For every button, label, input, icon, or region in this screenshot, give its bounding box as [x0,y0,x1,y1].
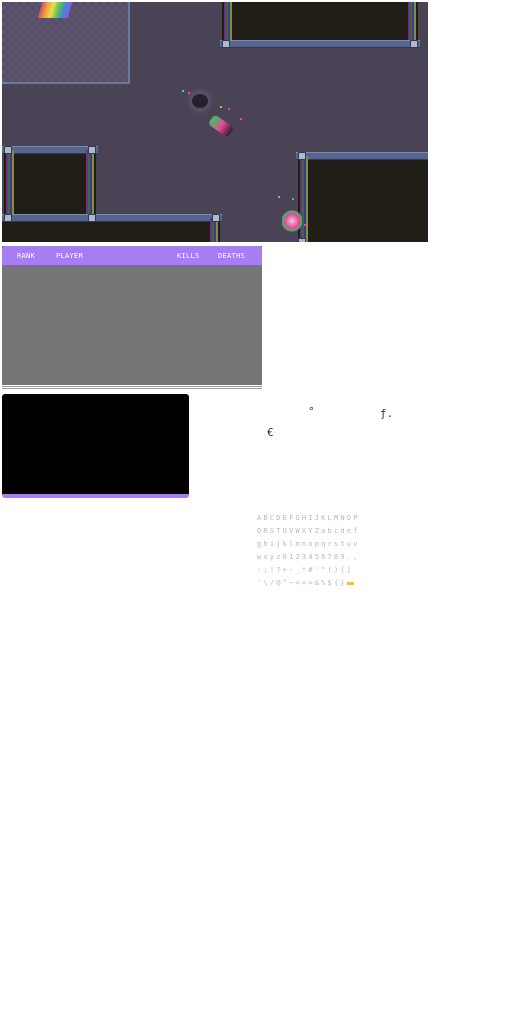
scoreboard: RANK PLAYER KILLS DEATHS [2,246,262,385]
bolt-icon [4,214,12,222]
particle [228,108,230,110]
scoreboard-header: RANK PLAYER KILLS DEATHS [2,246,262,265]
chat-panel [2,394,189,498]
room-ledge [2,214,222,222]
particle [220,106,222,108]
room-wall-stripe [86,150,94,214]
room-wall-stripe [224,2,232,42]
bolt-icon [222,40,230,48]
dash-trail [207,114,235,138]
bolt-icon [88,146,96,154]
room-ledge [220,40,420,48]
room-wall-stripe [6,150,14,214]
player-character [192,94,208,108]
room-left [2,146,98,214]
highlight-glyph [346,581,354,585]
particle [304,224,306,226]
degree-glyph: ° [308,405,315,418]
font-sheet-row: wxyz0123456789., [257,553,360,561]
bolt-icon [410,40,418,48]
column-rank: RANK [17,252,36,260]
bolt-icon [298,238,306,242]
bolt-icon [212,214,220,222]
particle [182,90,184,92]
particle [292,198,294,200]
paint-splat [282,210,302,232]
particle [188,92,190,94]
particle [278,196,280,198]
particle [240,118,242,120]
column-player: PLAYER [56,252,84,260]
column-kills: KILLS [177,252,200,260]
font-sheet-row: :;!?+-_*#'"()[] [257,566,354,574]
room-ledge [296,152,428,160]
florin-glyph: ƒ. [380,407,394,420]
bolt-icon [298,152,306,160]
bolt-icon [88,214,96,222]
room-ledge [2,146,98,154]
checkered-floor [2,2,130,84]
font-sheet-row-text: '\/@^~<=>&%${} [257,579,347,587]
column-deaths: DEATHS [218,252,246,260]
font-sheet-row: ghijklmnopqrstuv [257,540,360,548]
font-sheet-row: ABCDEFGHIJKLMNOP [257,514,360,522]
rainbow-pickup [37,2,73,18]
bitmap-font-sheet: ABCDEFGHIJKLMNOP QRSTUVWXYZabcdef ghijkl… [257,514,387,592]
font-sheet-row: QRSTUVWXYZabcdef [257,527,360,535]
room-right [296,152,428,242]
scoreboard-divider [2,386,262,387]
euro-glyph: € [267,426,274,439]
room-top-right [220,2,420,48]
game-arena[interactable] [2,2,428,242]
scoreboard-divider [2,388,262,389]
room-wall-stripe [408,2,416,42]
bolt-icon [4,146,12,154]
font-sheet-row: '\/@^~<=>&%${} [257,579,387,592]
room-bottom-left [2,214,222,242]
